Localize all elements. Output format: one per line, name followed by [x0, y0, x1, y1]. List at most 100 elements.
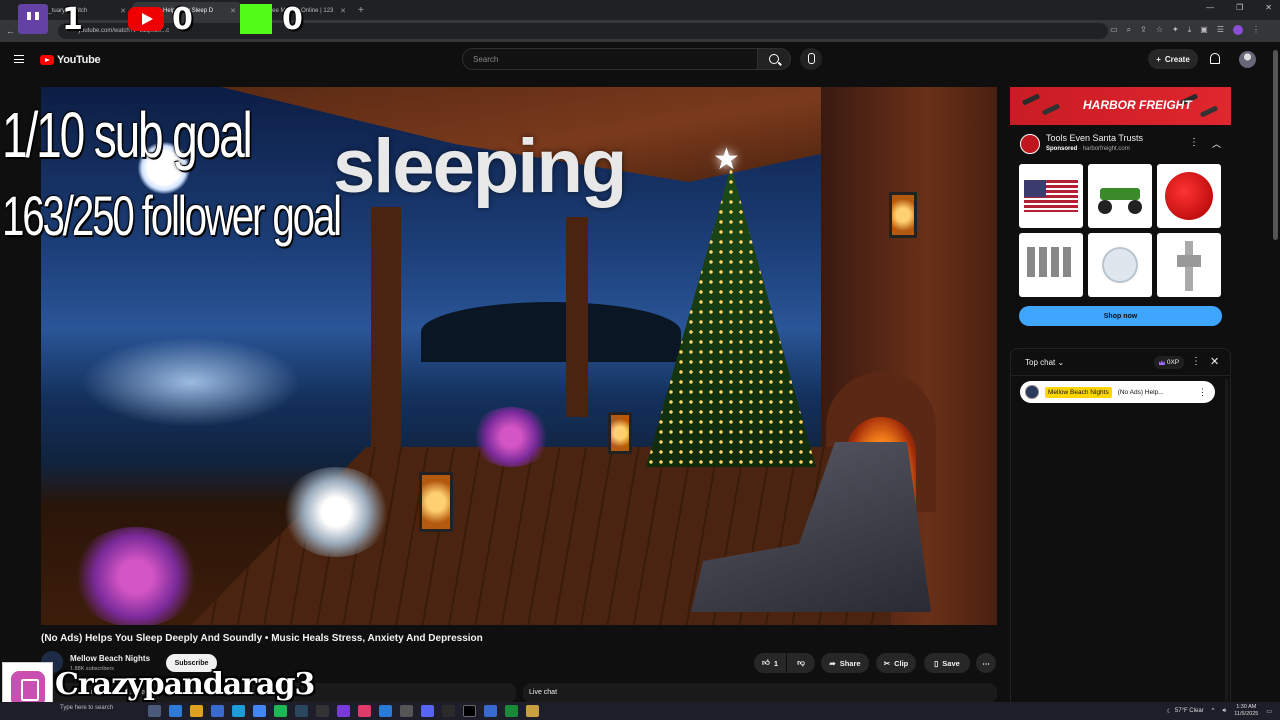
chat-mode-label: Top chat [1025, 358, 1056, 367]
maximize-icon[interactable]: ❐ [1236, 3, 1243, 12]
close-window-icon[interactable]: ✕ [1265, 3, 1272, 12]
spotify-icon[interactable] [274, 705, 287, 717]
avatar [1025, 385, 1039, 399]
porch-post [566, 217, 588, 417]
youtube-logo-icon [128, 7, 164, 31]
profile-icon[interactable] [1233, 25, 1243, 35]
ad-subtitle: Sponsored · harborfreight.com [1046, 146, 1130, 152]
search-icon[interactable] [757, 48, 791, 70]
collapse-chevron-icon[interactable]: ︿ [1212, 137, 1221, 150]
xbox-icon[interactable] [505, 705, 518, 717]
xp-badge[interactable]: 0XP [1154, 356, 1184, 369]
pinned-menu-icon[interactable]: ⋮ [1198, 387, 1207, 398]
weather-widget[interactable]: ☾ 57°F Clear [1167, 708, 1204, 715]
zoom-icon[interactable]: ⌕ [1127, 25, 1131, 35]
downloads-icon[interactable]: ⤓ [1188, 25, 1192, 35]
edge-icon[interactable] [169, 705, 182, 717]
clock-date: 11/5/2025 [1234, 711, 1259, 717]
chat-mode-dropdown[interactable]: Top chat ⌄ [1025, 358, 1064, 367]
distant-hills [421, 302, 681, 362]
live-chat-replay-box[interactable]: Live chat [523, 683, 997, 703]
discord-icon[interactable] [421, 705, 434, 717]
kick-icon[interactable] [463, 705, 476, 717]
tab-close-icon[interactable]: ✕ [230, 7, 236, 15]
app-icon[interactable] [526, 705, 539, 717]
flowers [471, 407, 551, 467]
chat-scrollbar[interactable] [1225, 379, 1228, 704]
pinned-text: (No Ads) Help... [1117, 388, 1164, 396]
address-bar[interactable]: youtube.com/watch?v=u1qmbe...c [58, 23, 1108, 39]
more-actions-icon[interactable]: ⋯ [976, 653, 996, 673]
tab-close-icon[interactable]: ✕ [120, 7, 126, 15]
share-button[interactable]: ➦ Share [821, 653, 869, 673]
tab-close-icon[interactable]: ✕ [340, 7, 346, 15]
wall-lantern [889, 192, 917, 238]
volume-icon[interactable]: 🔊︎ [1222, 708, 1226, 715]
microphone-icon[interactable] [800, 48, 822, 70]
tiktok-icon[interactable] [358, 705, 371, 717]
steam-icon[interactable] [295, 705, 308, 717]
clip-button[interactable]: ✂ Clip [876, 653, 916, 673]
like-button[interactable]: 👍︎ 1 [754, 653, 786, 673]
cast-icon[interactable]: ▭ [1110, 25, 1118, 35]
product-wall-plate[interactable] [1088, 233, 1152, 297]
product-tool-set[interactable] [1019, 233, 1083, 297]
product-pipe-fitting[interactable] [1157, 233, 1221, 297]
new-tab-icon[interactable]: + [358, 5, 364, 16]
ad-menu-icon[interactable]: ⋮ [1189, 137, 1199, 148]
obs-icon[interactable] [316, 705, 329, 717]
dislike-button[interactable]: 👎︎ [787, 653, 815, 673]
menu-icon[interactable] [14, 55, 24, 63]
ad-banner[interactable]: HARBOR FREIGHT [1010, 87, 1231, 125]
chat-header: Top chat ⌄ 0XP ⋮ ✕ [1011, 349, 1230, 376]
shop-now-button[interactable]: Shop now [1019, 306, 1222, 326]
pinned-message[interactable]: Mellow Beach Nights (No Ads) Help... ⋮ [1020, 381, 1215, 403]
chrome-icon[interactable] [253, 705, 266, 717]
tab-search-icon[interactable]: ☰ [1217, 25, 1224, 35]
scissors-icon: ✂ [883, 658, 891, 668]
app-icon[interactable] [442, 705, 455, 717]
sponsored-label: Sponsored [1046, 146, 1078, 152]
create-button[interactable]: + Create [1148, 49, 1198, 69]
kick-logo-icon [240, 4, 272, 34]
taskbar-search[interactable]: Type here to search [54, 705, 144, 717]
close-icon[interactable]: ✕ [1210, 355, 1219, 368]
advertiser-logo[interactable] [1020, 134, 1040, 154]
channel-name[interactable]: Mellow Beach Nights [70, 654, 150, 663]
extensions-icon[interactable]: ✦ [1172, 25, 1179, 35]
notifications-bell-icon[interactable] [1210, 53, 1220, 64]
product-us-flag[interactable] [1019, 164, 1083, 228]
task-view-icon[interactable] [148, 705, 161, 717]
back-icon[interactable]: ← [6, 26, 15, 36]
bookmark-star-icon[interactable]: ☆ [1156, 25, 1163, 35]
app-icon[interactable] [400, 705, 413, 717]
app-icon[interactable] [379, 705, 392, 717]
ad-title[interactable]: Tools Even Santa Trusts [1046, 133, 1143, 143]
account-avatar[interactable] [1239, 51, 1256, 68]
share-page-icon[interactable]: ⇪ [1140, 25, 1147, 35]
sponsored-ad[interactable]: HARBOR FREIGHT Tools Even Santa Trusts S… [1010, 87, 1231, 333]
browser-menu-icon[interactable]: ⋮ [1252, 25, 1260, 35]
search-placeholder: Search [473, 55, 499, 64]
save-icon: ▯ [934, 658, 939, 668]
chevron-down-icon: ⌄ [1057, 358, 1065, 367]
page-scrollbar[interactable] [1273, 50, 1278, 240]
search-input[interactable]: Search [462, 48, 758, 70]
clock[interactable]: 1:30 AM 11/5/2025 [1234, 704, 1258, 718]
file-explorer-icon[interactable] [190, 705, 203, 717]
extensions-area: ▭ ⌕ ⇪ ☆ ✦ ⤓ ▣ ☰ ⋮ [1110, 25, 1260, 35]
notification-center-icon[interactable]: ▭ [1266, 708, 1272, 715]
product-red-cap[interactable] [1157, 164, 1221, 228]
drill-icon [1041, 103, 1061, 116]
chat-menu-icon[interactable]: ⋮ [1191, 356, 1201, 367]
app-icon[interactable] [484, 705, 497, 717]
tray-chevron-icon[interactable]: ^ [1212, 708, 1215, 714]
store-icon[interactable] [211, 705, 224, 717]
product-garden-cart[interactable] [1088, 164, 1152, 228]
sidebar-icon[interactable]: ▣ [1200, 25, 1208, 35]
save-button[interactable]: ▯ Save [924, 653, 970, 673]
app-icon[interactable] [337, 705, 350, 717]
youtube-logo[interactable]: YouTube [40, 54, 101, 66]
minimize-icon[interactable]: — [1206, 3, 1214, 12]
app-icon[interactable] [232, 705, 245, 717]
